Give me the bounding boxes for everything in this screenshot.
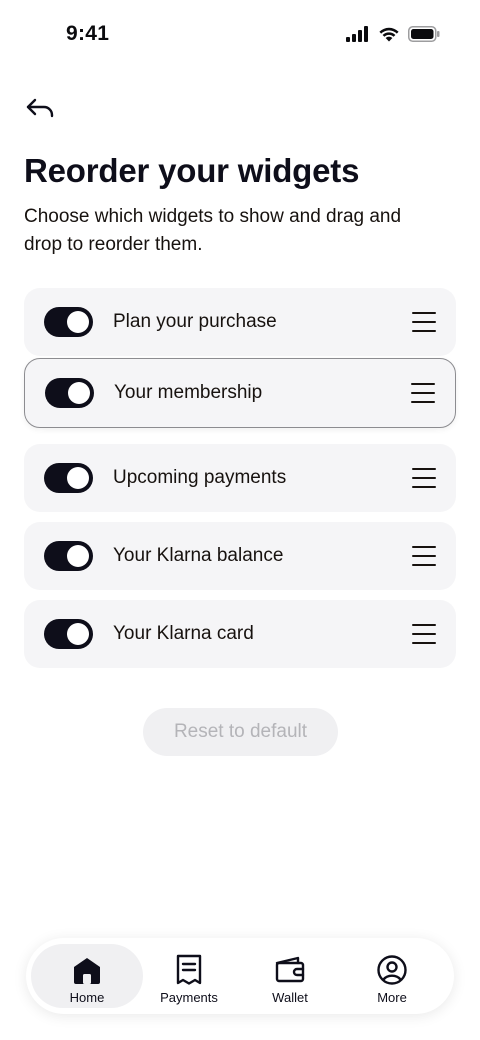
toggle-knob (67, 311, 89, 333)
widget-toggle[interactable] (44, 541, 93, 571)
home-icon (70, 953, 104, 987)
cellular-signal-icon (346, 26, 370, 47)
drag-handle-icon[interactable] (412, 312, 436, 332)
back-arrow-icon (25, 96, 55, 125)
tab-label: More (377, 990, 407, 1005)
toggle-knob (67, 467, 89, 489)
status-icons (346, 26, 440, 47)
bottom-tab-bar: Home Payments Wallet More (26, 938, 454, 1014)
status-time: 9:41 (66, 22, 110, 45)
toggle-knob (67, 623, 89, 645)
widget-toggle[interactable] (44, 463, 93, 493)
tab-more[interactable]: More (336, 944, 448, 1008)
back-button[interactable] (22, 94, 58, 126)
status-bar: 9:41 (0, 0, 480, 70)
widget-row-your-membership[interactable]: Your membership (24, 358, 456, 428)
widget-row-plan-your-purchase[interactable]: Plan your purchase (24, 288, 456, 356)
reset-to-default-button[interactable]: Reset to default (143, 708, 338, 756)
battery-icon (408, 26, 440, 47)
toggle-knob (68, 382, 90, 404)
page-title: Reorder your widgets (24, 152, 360, 189)
widget-toggle[interactable] (45, 378, 94, 408)
tab-wallet[interactable]: Wallet (234, 944, 346, 1008)
receipt-icon (172, 953, 206, 987)
tab-label: Home (69, 990, 105, 1005)
wallet-icon (273, 953, 307, 987)
wifi-icon (378, 26, 400, 47)
page-subtitle: Choose which widgets to show and drag an… (24, 206, 402, 255)
drag-handle-icon[interactable] (412, 546, 436, 566)
tab-home[interactable]: Home (31, 944, 143, 1008)
widget-row-your-klarna-card[interactable]: Your Klarna card (24, 600, 456, 668)
widget-label: Your Klarna balance (113, 545, 284, 566)
drag-handle-icon[interactable] (412, 624, 436, 644)
widget-label: Your Klarna card (113, 623, 254, 644)
tab-label: Payments (160, 990, 218, 1005)
widget-row-your-klarna-balance[interactable]: Your Klarna balance (24, 522, 456, 590)
tab-payments[interactable]: Payments (133, 944, 245, 1008)
toggle-knob (67, 545, 89, 567)
drag-handle-icon[interactable] (411, 383, 435, 403)
widget-label: Upcoming payments (113, 467, 287, 488)
widget-toggle[interactable] (44, 619, 93, 649)
widget-label: Plan your purchase (113, 311, 277, 332)
widget-row-upcoming-payments[interactable]: Upcoming payments (24, 444, 456, 512)
drag-handle-icon[interactable] (412, 468, 436, 488)
widget-label: Your membership (114, 382, 263, 403)
profile-icon (375, 953, 409, 987)
tab-label: Wallet (272, 990, 308, 1005)
widget-toggle[interactable] (44, 307, 93, 337)
